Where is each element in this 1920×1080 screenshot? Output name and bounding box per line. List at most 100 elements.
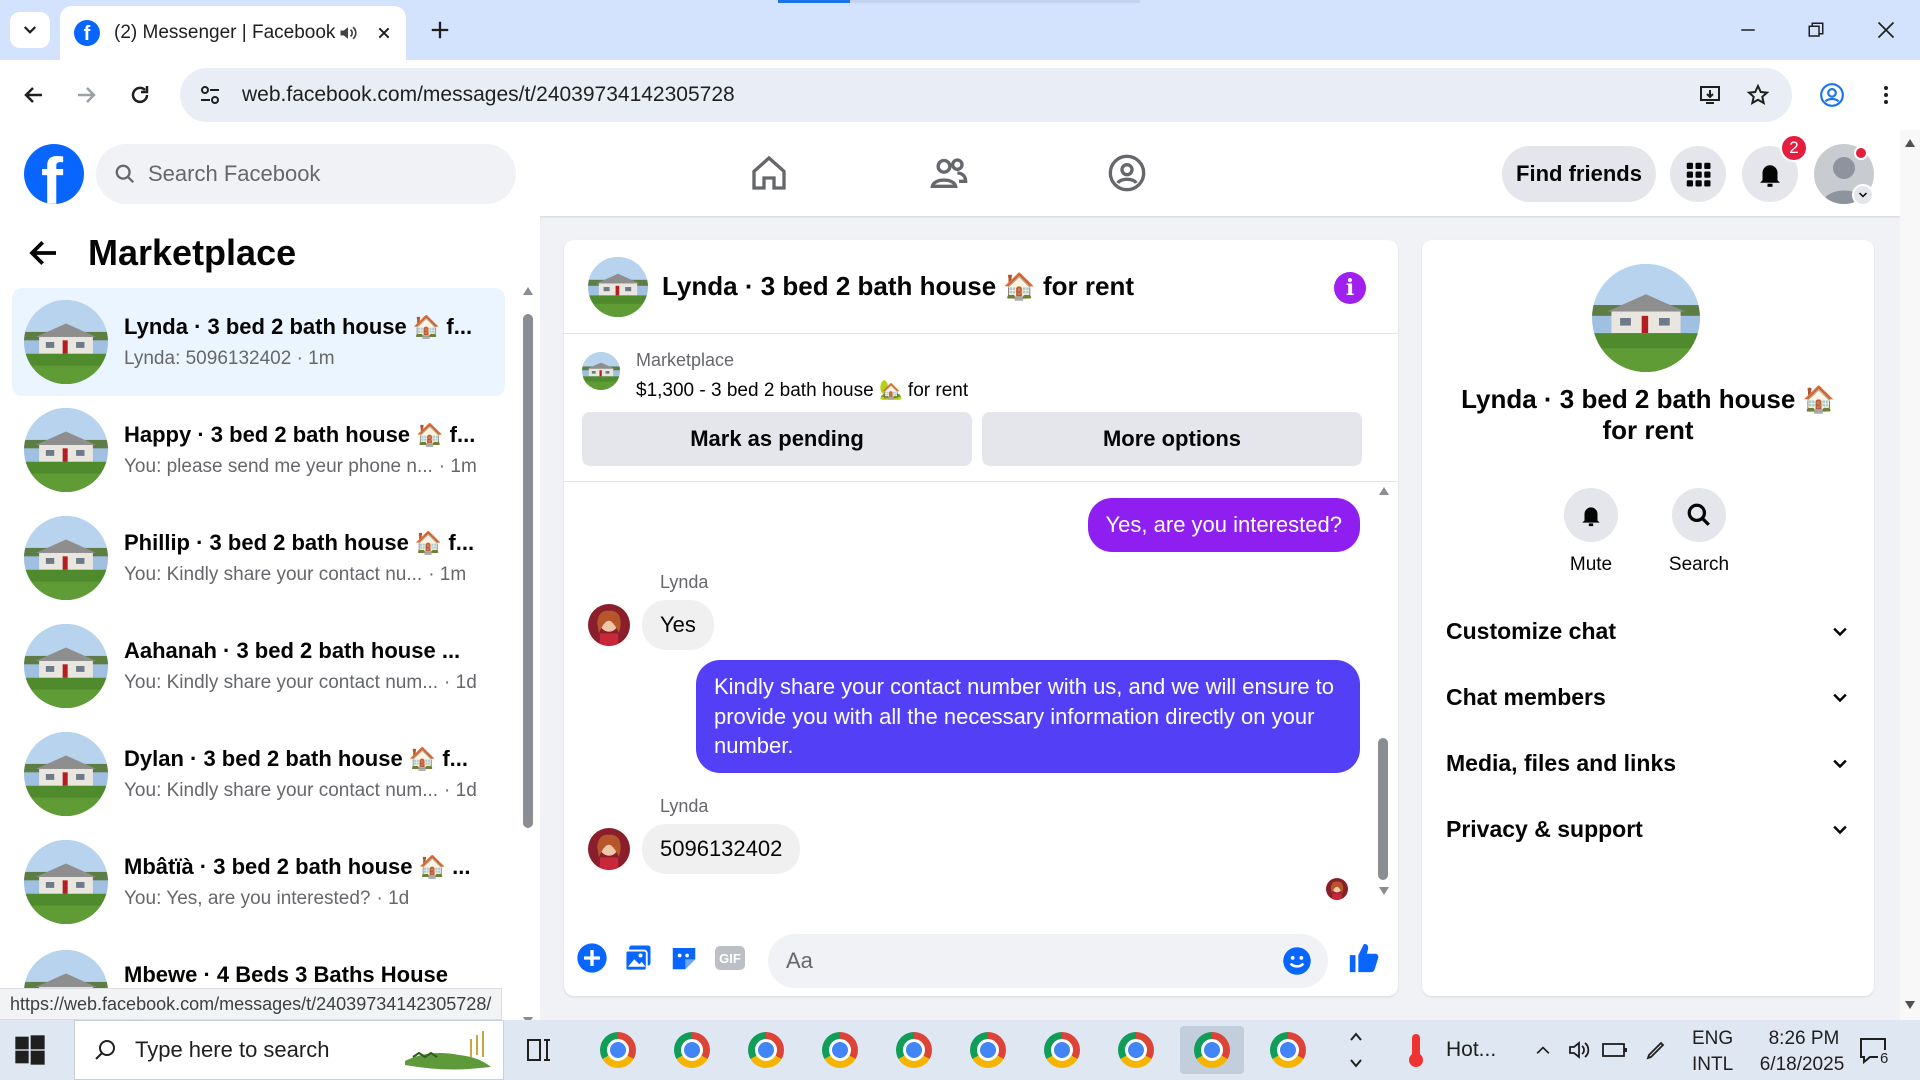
scroll-up-arrow-icon[interactable] (1378, 486, 1390, 496)
new-tab-button[interactable] (424, 14, 456, 46)
install-app-button[interactable] (1694, 79, 1726, 111)
privacy-support-section[interactable]: Privacy & support (1446, 816, 1850, 843)
site-settings-icon[interactable] (198, 83, 222, 107)
battery-icon[interactable] (1602, 1040, 1628, 1060)
like-button[interactable] (1346, 940, 1382, 976)
tab-search-button[interactable] (10, 12, 50, 48)
more-actions-button[interactable] (574, 940, 610, 976)
gif-button[interactable]: GIF (712, 940, 748, 976)
info-listing-thumbnail[interactable] (1592, 264, 1700, 372)
conversation-item[interactable]: Mbâtïà · 3 bed 2 bath house 🏠 ... You: Y… (12, 828, 505, 936)
close-tab-icon[interactable] (376, 25, 392, 41)
star-icon (1746, 83, 1770, 105)
chat-listing-thumbnail[interactable] (588, 257, 648, 317)
emoji-icon[interactable] (1282, 946, 1312, 976)
find-friends-button[interactable]: Find friends (1502, 146, 1656, 202)
outgoing-message[interactable]: Yes, are you interested? (1087, 498, 1360, 552)
conversation-time: · 1d (376, 888, 410, 909)
listing-small-thumbnail[interactable] (582, 352, 620, 390)
weather-text[interactable]: Hot... (1446, 1038, 1496, 1062)
chrome-icon (600, 1032, 636, 1068)
facebook-favicon-icon: f (74, 20, 100, 46)
browser-menu-button[interactable] (1868, 77, 1904, 113)
taskbar-chrome-app[interactable] (1256, 1026, 1320, 1074)
info-icon[interactable]: i (1334, 272, 1366, 304)
sender-avatar[interactable] (588, 828, 630, 870)
taskbar-chrome-app[interactable] (1104, 1026, 1168, 1074)
language-primary[interactable]: ENG (1692, 1028, 1733, 1050)
taskbar-search[interactable]: Type here to search (74, 1020, 504, 1080)
taskbar-chrome-app[interactable] (956, 1026, 1020, 1074)
taskbar-chrome-app[interactable] (660, 1026, 724, 1074)
attach-photo-button[interactable] (620, 940, 656, 976)
conversation-list-scroll-thumb[interactable] (523, 314, 533, 828)
sticker-button[interactable] (666, 940, 702, 976)
account-menu-chevron[interactable] (1852, 184, 1874, 206)
conversation-item[interactable]: Phillip · 3 bed 2 bath house 🏠 f... You:… (12, 504, 505, 612)
customize-chat-section[interactable]: Customize chat (1446, 618, 1850, 645)
search-action[interactable]: Search (1654, 488, 1744, 576)
speaker-icon[interactable] (338, 23, 358, 43)
taskbar-chrome-app[interactable] (882, 1026, 946, 1074)
outgoing-message[interactable]: Kindly share your contact number with us… (696, 660, 1360, 774)
nav-home[interactable] (744, 148, 794, 198)
forward-button[interactable] (68, 77, 104, 113)
task-view-icon[interactable] (524, 1036, 554, 1064)
scroll-down-arrow-icon[interactable] (1378, 886, 1390, 896)
mark-as-pending-button[interactable]: Mark as pending (582, 412, 972, 466)
facebook-search[interactable] (96, 144, 516, 204)
listing-price-title[interactable]: $1,300 - 3 bed 2 bath house 🏡 for rent (636, 378, 968, 402)
close-window-button[interactable] (1862, 10, 1910, 50)
more-options-button[interactable]: More options (982, 412, 1362, 466)
back-button[interactable] (16, 77, 52, 113)
bookmark-button[interactable] (1742, 79, 1774, 111)
restore-button[interactable] (1792, 10, 1840, 50)
scroll-up-arrow-icon[interactable] (522, 286, 534, 296)
taskbar-chrome-app-active[interactable] (1180, 1026, 1244, 1074)
message-input-wrap[interactable] (768, 934, 1328, 988)
chat-title[interactable]: Lynda · 3 bed 2 bath house 🏠 for rent (662, 271, 1134, 302)
mute-action[interactable]: Mute (1546, 488, 1636, 576)
facebook-logo-glyph: f (41, 144, 63, 204)
nav-groups[interactable] (1102, 148, 1152, 198)
pen-icon[interactable] (1644, 1038, 1668, 1062)
language-secondary[interactable]: INTL (1692, 1054, 1733, 1076)
conversation-item[interactable]: Lynda · 3 bed 2 bath house 🏠 f... Lynda:… (12, 288, 505, 396)
scroll-up-arrow-icon[interactable] (1904, 138, 1916, 148)
clock-time[interactable]: 8:26 PM (1754, 1028, 1854, 1050)
clock-date[interactable]: 6/18/2025 (1744, 1054, 1860, 1076)
windows-start-icon[interactable] (14, 1034, 46, 1066)
chat-members-section[interactable]: Chat members (1446, 684, 1850, 711)
message-input[interactable] (786, 948, 1226, 974)
chrome-icon (970, 1032, 1006, 1068)
volume-icon[interactable] (1566, 1038, 1592, 1062)
conversation-item[interactable]: Aahanah · 3 bed 2 bath house ... You: Ki… (12, 612, 505, 720)
marketplace-header: Marketplace (28, 232, 296, 274)
address-bar[interactable]: web.facebook.com/messages/t/240397341423… (180, 68, 1792, 122)
reload-button[interactable] (122, 77, 158, 113)
page-scrollbar[interactable] (1900, 130, 1920, 1020)
taskbar-chrome-app[interactable] (808, 1026, 872, 1074)
back-arrow-icon[interactable] (28, 237, 60, 269)
taskbar-chrome-app[interactable] (586, 1026, 650, 1074)
conversation-item[interactable]: Happy · 3 bed 2 bath house 🏠 f... You: p… (12, 396, 505, 504)
chevron-up-icon[interactable] (1532, 1040, 1554, 1060)
conversation-item[interactable]: Dylan · 3 bed 2 bath house 🏠 f... You: K… (12, 720, 505, 828)
browser-tab-messenger[interactable]: f (2) Messenger | Facebook (60, 6, 406, 60)
sender-avatar[interactable] (588, 604, 630, 646)
facebook-logo[interactable]: f (24, 144, 84, 204)
incoming-message[interactable]: 5096132402 (642, 824, 801, 874)
taskbar-chrome-app[interactable] (734, 1026, 798, 1074)
incoming-message[interactable]: Yes (642, 600, 714, 650)
taskbar-scroll-icon[interactable] (1348, 1028, 1364, 1072)
nav-friends[interactable] (924, 148, 974, 198)
profile-button[interactable] (1814, 77, 1850, 113)
media-files-links-section[interactable]: Media, files and links (1446, 750, 1850, 777)
minimize-button[interactable] (1724, 10, 1772, 50)
scroll-down-arrow-icon[interactable] (1904, 1000, 1916, 1010)
taskbar-chrome-app[interactable] (1030, 1026, 1094, 1074)
message-scroll-thumb[interactable] (1378, 738, 1388, 880)
menu-button[interactable] (1670, 146, 1726, 202)
facebook-search-input[interactable] (148, 161, 488, 187)
browser-toolbar: web.facebook.com/messages/t/240397341423… (0, 60, 1920, 130)
